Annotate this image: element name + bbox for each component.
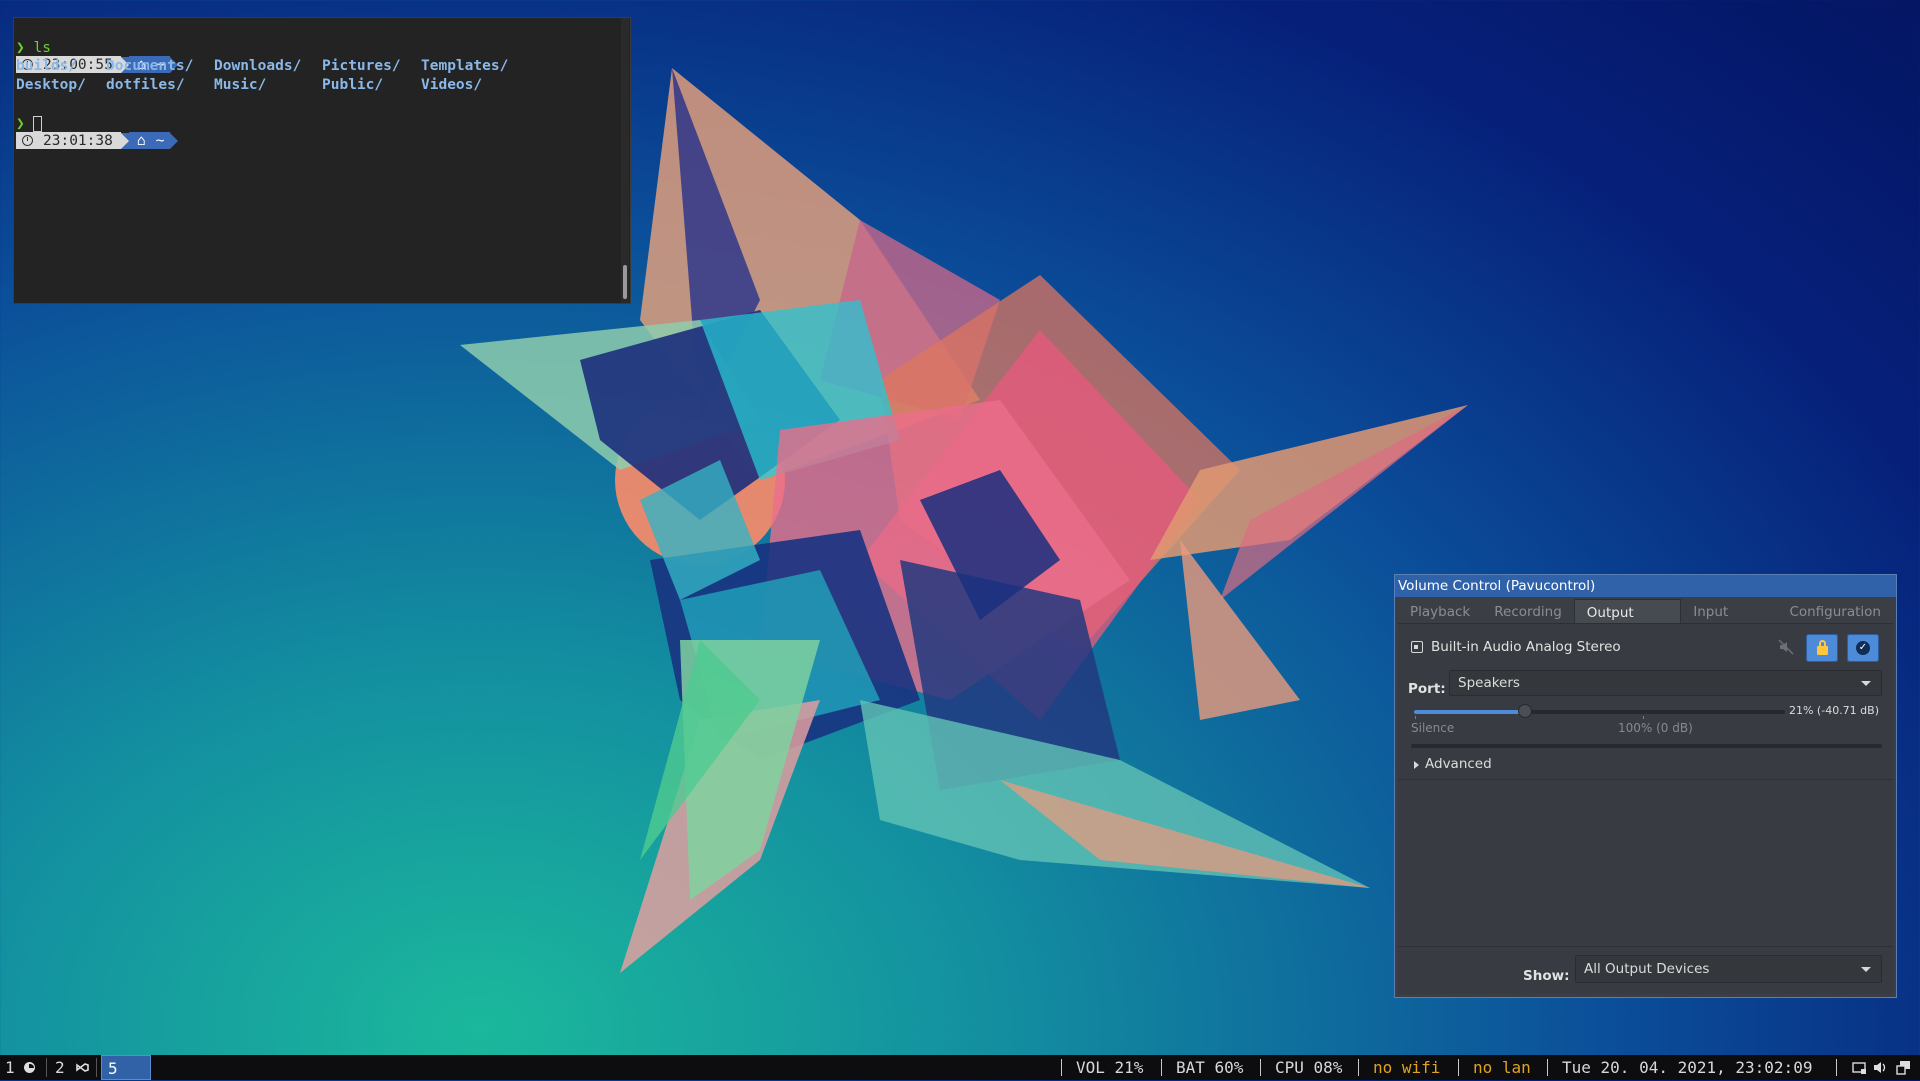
battery-status: BAT 60% <box>1176 1058 1244 1077</box>
datetime: Tue 20. 04. 2021, 23:02:09 <box>1562 1058 1813 1077</box>
powerline-separator <box>120 132 129 149</box>
prompt-line-1: 23:00:55 ⌂ ~ <box>16 20 179 73</box>
volume-status[interactable]: VOL 21% <box>1076 1055 1143 1080</box>
tab-input-devices[interactable]: Input Devices <box>1681 599 1777 646</box>
wifi-status: no wifi <box>1373 1058 1441 1077</box>
workspace-5[interactable]: 5 <box>101 1055 151 1080</box>
command-line: ❯ ls <box>16 39 51 57</box>
volume-slider[interactable] <box>1414 704 1785 718</box>
chevron-down-icon <box>1861 967 1871 972</box>
prompt-path: ~ <box>155 132 165 149</box>
volume-readout: 21% (-40.71 dB) <box>1788 704 1879 717</box>
expander-arrow-icon[interactable] <box>1414 761 1419 769</box>
status-separator <box>1836 1059 1837 1076</box>
status-separator <box>1458 1059 1459 1076</box>
tab-recording[interactable]: Recording <box>1482 599 1574 623</box>
lock-channels-button[interactable] <box>1806 634 1838 662</box>
divider <box>1398 946 1893 947</box>
status-separator <box>1260 1059 1261 1076</box>
status-separator <box>1061 1059 1062 1076</box>
audio-card-icon <box>1411 641 1423 653</box>
tab-playback[interactable]: Playback <box>1398 599 1482 623</box>
lan-status: no lan <box>1473 1058 1531 1077</box>
windows-tray-icon[interactable] <box>1896 1060 1911 1075</box>
workspace-separator <box>46 1058 47 1077</box>
speaker-muted-icon <box>1778 639 1794 655</box>
status-separator <box>1358 1059 1359 1076</box>
hundred-percent-label: 100% (0 dB) <box>1618 721 1693 735</box>
port-label: Port: <box>1408 681 1446 697</box>
window-title[interactable]: Volume Control (Pavucontrol) <box>1395 575 1896 597</box>
dir-entry: dotfiles/ <box>106 77 185 93</box>
terminal-window[interactable]: 23:00:55 ⌂ ~ ❯ ls builds/Documents/Downlo… <box>13 17 631 304</box>
powerline-separator <box>170 132 179 149</box>
dir-entry: Downloads/ <box>214 58 302 74</box>
dir-entry: Music/ <box>214 77 267 93</box>
advanced-expander[interactable]: Advanced <box>1425 756 1492 772</box>
device-name: Built-in Audio Analog Stereo <box>1431 639 1621 655</box>
vscode-icon <box>76 1063 89 1072</box>
app-icon <box>24 1062 35 1073</box>
mute-button[interactable] <box>1777 639 1795 657</box>
chevron-down-icon <box>1861 681 1871 686</box>
dir-entry: Videos/ <box>421 77 483 93</box>
volume-slider-fill <box>1414 710 1525 714</box>
dir-entry: Desktop/ <box>16 77 86 93</box>
slider-tick <box>1643 716 1644 719</box>
prompt-chevron: ❯ <box>16 116 25 132</box>
status-bar: 1 2 5 VOL 21% BAT 60% CPU 08% no wifi no… <box>0 1055 1920 1080</box>
input-line[interactable]: ❯ <box>16 115 43 133</box>
tab-output-devices[interactable]: Output Devices <box>1573 599 1682 647</box>
dir-entry: Public/ <box>322 77 384 93</box>
dir-entry: builds/ <box>16 58 78 74</box>
show-label: Show: <box>1523 968 1570 984</box>
show-value: All Output Devices <box>1584 961 1710 977</box>
status-separator <box>1161 1059 1162 1076</box>
command-text: ls <box>33 40 51 56</box>
divider <box>1398 779 1893 780</box>
dir-entry: Documents/ <box>106 58 194 74</box>
dir-entry: Pictures/ <box>322 58 401 74</box>
text-cursor <box>33 116 43 132</box>
terminal-scrollbar-track[interactable] <box>621 18 629 303</box>
dir-entry: Templates/ <box>421 58 509 74</box>
device-header: Built-in Audio Analog Stereo ✓ <box>1398 633 1893 663</box>
peak-level-meter <box>1411 744 1882 748</box>
volume-slider-handle[interactable] <box>1518 704 1532 718</box>
port-dropdown[interactable]: Speakers <box>1449 670 1882 696</box>
prompt-line-2: 23:01:38 ⌂ ~ <box>16 96 179 149</box>
workspace-2[interactable]: 2 <box>55 1055 65 1080</box>
tab-configuration[interactable]: Configuration <box>1777 599 1893 623</box>
tab-bar: Playback Recording Output Devices Input … <box>1398 599 1893 647</box>
volume-control-window[interactable]: Volume Control (Pavucontrol) Playback Re… <box>1394 574 1897 998</box>
prompt-time: 23:01:38 <box>43 132 113 149</box>
clock-icon <box>22 135 33 146</box>
workspace-separator <box>96 1058 97 1077</box>
terminal-scrollbar-thumb[interactable] <box>623 265 627 299</box>
output-devices-panel: Built-in Audio Analog Stereo ✓ Port: Spe… <box>1398 624 1893 994</box>
set-default-button[interactable]: ✓ <box>1847 634 1879 662</box>
show-dropdown[interactable]: All Output Devices <box>1575 955 1882 983</box>
slider-tick <box>1415 716 1416 719</box>
display-tray-icon[interactable] <box>1852 1060 1867 1075</box>
port-value: Speakers <box>1458 675 1520 691</box>
prompt-chevron: ❯ <box>16 40 25 56</box>
speaker-tray-icon[interactable] <box>1873 1060 1888 1075</box>
silence-label: Silence <box>1411 721 1455 735</box>
workspace-1[interactable]: 1 <box>5 1055 15 1080</box>
home-icon: ⌂ <box>136 132 146 149</box>
check-icon: ✓ <box>1856 641 1870 655</box>
status-separator <box>1547 1059 1548 1076</box>
cpu-status: CPU 08% <box>1275 1058 1343 1077</box>
